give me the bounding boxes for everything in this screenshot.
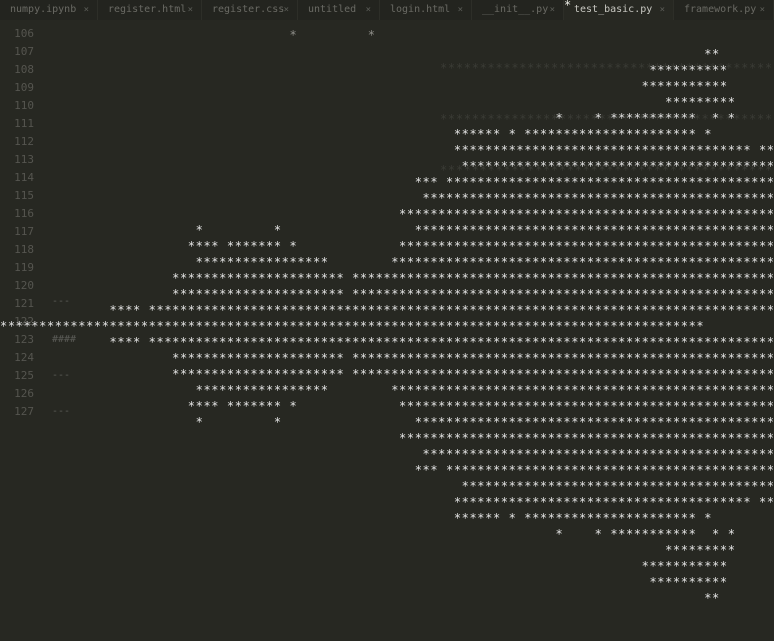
art-row: **** ******* * *************************… (0, 239, 774, 253)
art-row: ********************** *****************… (0, 367, 774, 381)
line-number: 127 (14, 405, 34, 418)
line-number: 124 (14, 351, 34, 364)
tab-close-icon[interactable]: × (760, 0, 765, 20)
art-row: *********** (0, 559, 728, 573)
tab-numpy-ipynb[interactable]: numpy.ipynb × (0, 0, 98, 20)
art-row: ****************************************… (0, 447, 774, 461)
line-number: 107 (14, 45, 34, 58)
fold-marker[interactable]: --- (52, 296, 70, 307)
tab-label: register.html (108, 4, 187, 15)
art-row: ********* (0, 543, 736, 557)
tab-close-icon[interactable]: × (284, 0, 289, 20)
tab-close-icon[interactable]: × (188, 0, 193, 20)
line-number: 114 (14, 171, 34, 184)
line-number: 123 (14, 333, 34, 346)
tab-label: numpy.ipynb (10, 4, 77, 15)
line-number: 116 (14, 207, 34, 220)
tab-label: framework.py (684, 4, 757, 15)
tab-label: test_basic.py (574, 4, 653, 15)
tab-test-basic-py[interactable]: test_basic.py × (564, 0, 674, 20)
art-row: *** ************************************… (0, 175, 774, 189)
art-row: ****** * ********************** * (0, 511, 713, 525)
art-row: ****************************************… (0, 431, 774, 445)
art-row: ***************** **********************… (0, 383, 774, 397)
fold-marker[interactable]: --- (52, 406, 70, 417)
tab-close-icon[interactable]: × (84, 0, 89, 20)
line-number: 117 (14, 225, 34, 238)
art-row: ** (0, 591, 720, 605)
tab-label: __init__.py (482, 4, 549, 15)
code-line: ****************************************… (440, 163, 774, 176)
art-row: ************************************** *… (0, 495, 774, 509)
line-number: 121 (14, 297, 34, 310)
art-row: * * ************************************… (0, 415, 774, 429)
fold-marker[interactable]: #### (52, 334, 76, 345)
tab-init-py[interactable]: __init__.py × (472, 0, 564, 20)
line-number: 110 (14, 99, 34, 112)
line-number: 106 (14, 27, 34, 40)
line-number: 125 (14, 369, 34, 382)
tab-login-html[interactable]: login.html × (380, 0, 472, 20)
tab-untitled[interactable]: untitled × (298, 0, 380, 20)
code-line: ****************************************… (440, 61, 774, 75)
tab-close-icon[interactable]: × (366, 0, 371, 20)
art-row: ****************************************… (0, 207, 774, 221)
tab-framework-py[interactable]: framework.py × (674, 0, 774, 20)
fold-marker[interactable]: --- (52, 370, 70, 381)
art-row: *** ************************************… (0, 463, 774, 477)
art-row: **** ***********************************… (0, 303, 774, 317)
line-number: 108 (14, 63, 34, 76)
art-row: * * ************************************… (0, 223, 774, 237)
art-row: ********** (0, 575, 728, 589)
line-number: 126 (14, 387, 34, 400)
art-row: ********************** *****************… (0, 351, 774, 365)
line-number-gutter: 106 107 108 109 110 111 112 113 114 115 … (0, 26, 44, 424)
line-number: 122 (14, 315, 34, 328)
art-row: ***************** **********************… (0, 255, 774, 269)
tab-close-icon[interactable]: × (660, 0, 665, 20)
line-number: 120 (14, 279, 34, 292)
line-number: 118 (14, 243, 34, 256)
line-number: 115 (14, 189, 34, 202)
art-row: ********************** *****************… (0, 287, 774, 301)
art-row: ****************************************… (0, 191, 774, 205)
tab-label: register.css (212, 4, 285, 15)
art-row: **** ******* * *************************… (0, 399, 774, 413)
background-code: ****************************************… (440, 26, 774, 176)
line-number: 109 (14, 81, 34, 94)
art-row: ********************** *****************… (0, 271, 774, 285)
art-row: ****************************************… (0, 479, 774, 493)
code-line: ****************************************… (440, 112, 774, 126)
art-row: ****************************************… (0, 319, 705, 333)
line-number: 113 (14, 153, 34, 166)
tab-register-html[interactable]: register.html × (98, 0, 202, 20)
art-row: **** ***********************************… (0, 335, 774, 349)
tab-label: login.html (390, 4, 451, 15)
tab-bar: numpy.ipynb × register.html × register.c… (0, 0, 774, 20)
line-number: 112 (14, 135, 34, 148)
tab-label: untitled (308, 4, 357, 15)
art-row: * * *********** * * (0, 527, 736, 541)
tab-close-icon[interactable]: × (458, 0, 463, 20)
line-number: 111 (14, 117, 34, 130)
tab-register-css[interactable]: register.css × (202, 0, 298, 20)
tab-close-icon[interactable]: × (550, 0, 555, 20)
line-number: 119 (14, 261, 34, 274)
